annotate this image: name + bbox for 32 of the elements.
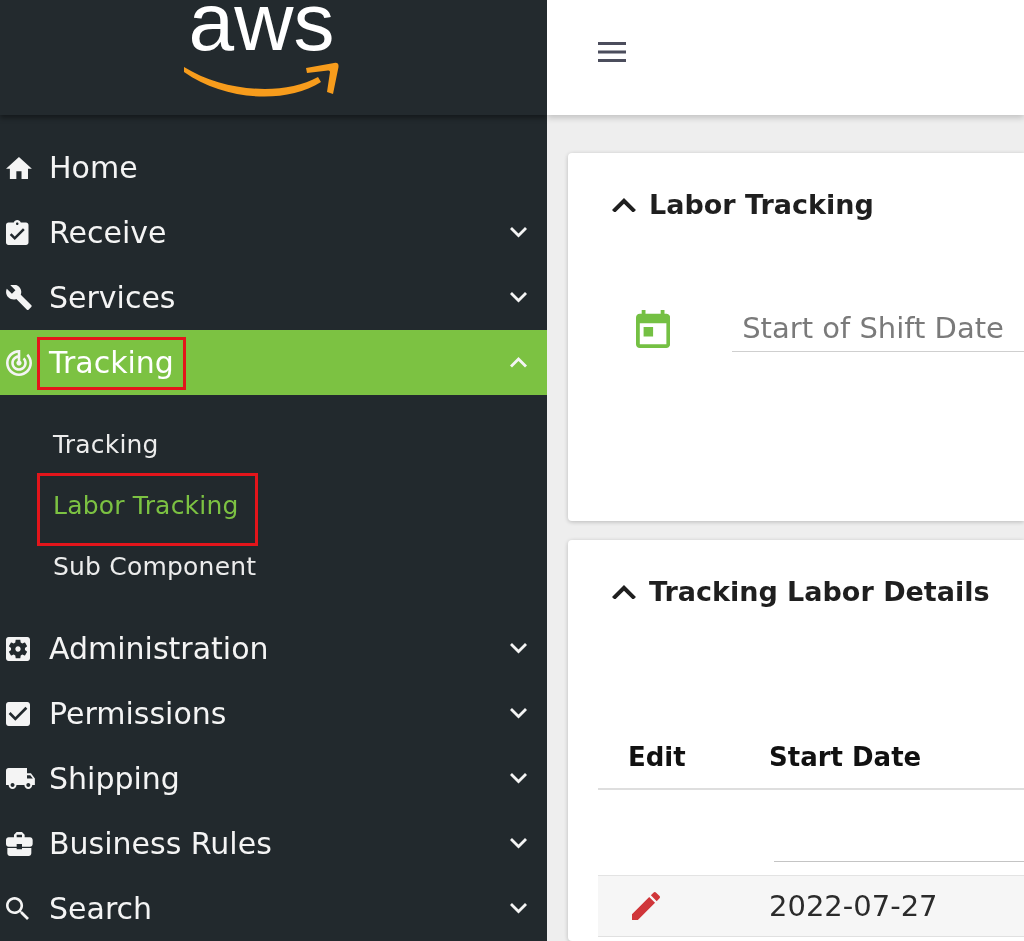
- date-field[interactable]: Start of Shift Date: [732, 304, 1024, 352]
- card-title: Labor Tracking: [648, 188, 874, 222]
- column-header: Start Date: [769, 740, 923, 774]
- chevron-up-icon[interactable]: [612, 197, 636, 213]
- nav-item[interactable]: Home: [0, 135, 547, 200]
- clipboard-check-icon: [6, 220, 29, 245]
- table-cell-text: 2022-07-27: [769, 888, 939, 925]
- card-title: Tracking Labor Details: [648, 575, 990, 609]
- column-header: Edit: [627, 740, 687, 774]
- checkbox-icon: [6, 701, 30, 726]
- submenu-item[interactable]: Sub Component: [53, 551, 257, 582]
- pencil-icon[interactable]: [632, 892, 660, 920]
- nav-item[interactable]: Permissions: [0, 681, 547, 746]
- nav-item[interactable]: Receive: [0, 200, 547, 265]
- gear-icon: [6, 636, 30, 661]
- swoosh-arrow-icon: [184, 62, 339, 98]
- truck-icon: [6, 768, 35, 789]
- home-icon: [6, 156, 32, 179]
- submenu-item[interactable]: Labor Tracking: [53, 490, 239, 521]
- submenu-item[interactable]: Tracking: [53, 429, 159, 460]
- search-icon: [6, 897, 29, 920]
- nav-item[interactable]: Search: [0, 876, 547, 941]
- briefcase-icon: [6, 831, 33, 856]
- nav-item[interactable]: Services: [0, 265, 547, 330]
- nav-item[interactable]: Administration: [0, 616, 547, 681]
- nav-item[interactable]: Business Rules: [0, 811, 547, 876]
- target-icon: [6, 349, 32, 376]
- logo-text: aws: [188, 0, 335, 53]
- chevron-up-icon[interactable]: [612, 584, 636, 600]
- nav-item[interactable]: Shipping: [0, 746, 547, 811]
- wrench-icon: [6, 285, 32, 310]
- menu-icon: [598, 42, 626, 62]
